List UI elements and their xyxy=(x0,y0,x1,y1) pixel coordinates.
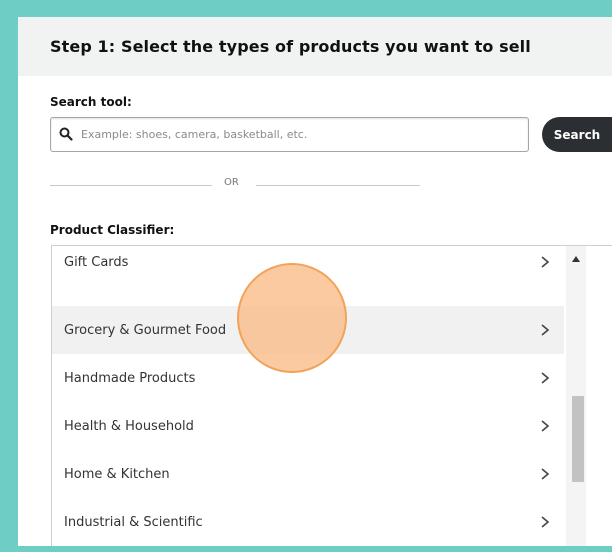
list-item-handmade-products[interactable]: Handmade Products xyxy=(52,354,564,402)
chevron-right-icon xyxy=(541,516,550,528)
list-item-label: Gift Cards xyxy=(64,254,129,270)
search-icon xyxy=(59,127,73,141)
chevron-right-icon xyxy=(541,420,550,432)
list-item-grocery-gourmet-food[interactable]: Grocery & Gourmet Food xyxy=(52,306,564,354)
list-item-health-household[interactable]: Health & Household xyxy=(52,402,564,450)
step-title: Step 1: Select the types of products you… xyxy=(50,37,531,56)
search-tool-label: Search tool: xyxy=(50,95,132,109)
chevron-right-icon xyxy=(541,256,550,268)
product-classifier-list: Gift Cards Grocery & Gourmet Food Handma… xyxy=(51,245,612,546)
divider-line-right xyxy=(256,185,420,186)
list-scrollbar[interactable] xyxy=(566,246,586,546)
scroll-up-arrow-icon[interactable] xyxy=(572,256,580,262)
search-input-box[interactable] xyxy=(50,117,529,152)
chevron-right-icon xyxy=(541,468,550,480)
product-classifier-label: Product Classifier: xyxy=(50,223,175,237)
scrollbar-thumb[interactable] xyxy=(572,396,584,482)
step-header: Step 1: Select the types of products you… xyxy=(18,17,612,76)
chevron-right-icon xyxy=(541,324,550,336)
search-button[interactable]: Search xyxy=(542,117,612,152)
list-item-label: Health & Household xyxy=(64,418,194,434)
list-item-industrial-scientific[interactable]: Industrial & Scientific xyxy=(52,498,564,546)
list-item-gift-cards[interactable]: Gift Cards xyxy=(52,246,564,286)
or-divider: OR xyxy=(50,177,420,193)
chevron-right-icon xyxy=(541,372,550,384)
product-selection-panel: Step 1: Select the types of products you… xyxy=(18,17,612,546)
list-item-label: Industrial & Scientific xyxy=(64,514,203,530)
or-text: OR xyxy=(224,177,239,188)
search-input[interactable] xyxy=(81,124,521,144)
list-item-label: Home & Kitchen xyxy=(64,466,170,482)
divider-line-left xyxy=(50,185,212,186)
list-item-home-kitchen[interactable]: Home & Kitchen xyxy=(52,450,564,498)
list-item-label: Grocery & Gourmet Food xyxy=(64,322,227,338)
list-item-label: Handmade Products xyxy=(64,370,196,386)
